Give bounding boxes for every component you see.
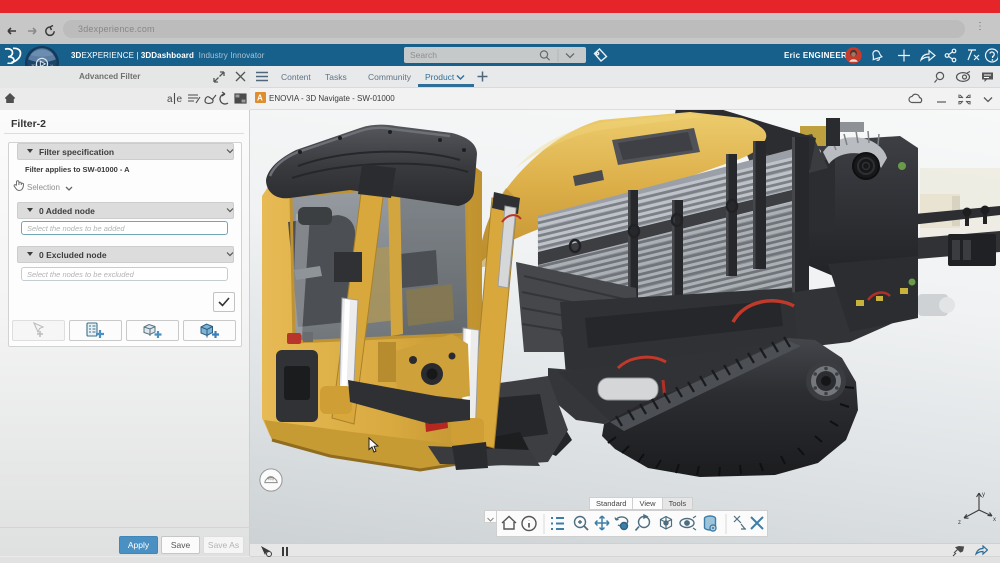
svg-text:A: A xyxy=(257,94,263,103)
svg-text:y: y xyxy=(982,492,985,498)
svg-text:a: a xyxy=(167,94,173,105)
svg-text:e: e xyxy=(177,94,183,105)
svg-text:PPR: PPR xyxy=(268,477,275,481)
svg-text:z: z xyxy=(958,520,961,526)
svg-text:x: x xyxy=(993,517,996,523)
